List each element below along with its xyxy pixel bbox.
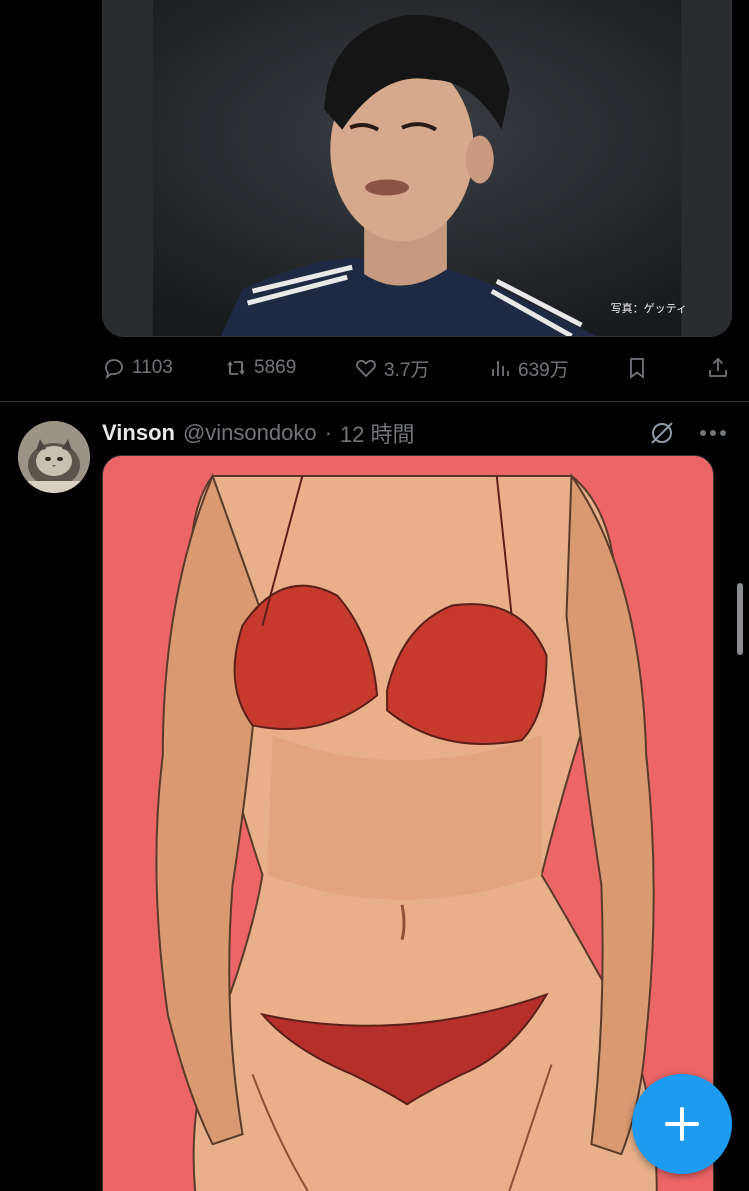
like-button[interactable]: 3.7万: [354, 350, 429, 386]
bookmark-icon: [630, 358, 644, 379]
compose-post-button[interactable]: [632, 1074, 732, 1174]
post-timestamp[interactable]: 12 時間: [340, 417, 415, 449]
repost-arrows-icon: [227, 360, 245, 376]
bar-chart-icon: [492, 361, 509, 376]
cat-avatar-image: [18, 421, 90, 493]
illustration-figure: [103, 456, 713, 1191]
views-count: 639万: [518, 359, 569, 381]
avatar[interactable]: [18, 421, 90, 493]
post-divider: [0, 401, 749, 402]
more-options-button[interactable]: [696, 421, 730, 445]
separator-dot: ·: [324, 420, 332, 445]
bookmark-button[interactable]: [625, 350, 649, 386]
timeline: 写真：ゲッティ 1103 5869 3.7万 639万 Vinson @vins…: [0, 0, 749, 1191]
heart-icon: [356, 359, 376, 378]
plus-icon: [665, 1107, 699, 1141]
share-button[interactable]: [706, 350, 730, 386]
footballer-photo: [103, 0, 731, 336]
grok-slash-circle-icon: [651, 422, 673, 444]
speech-bubble-icon: [105, 359, 123, 380]
repost-button[interactable]: 5869: [224, 350, 296, 386]
post-actions-bar: 1103 5869 3.7万 639万: [102, 350, 734, 386]
photo-credit: 写真：ゲッティ: [610, 303, 687, 315]
views-button[interactable]: 639万: [488, 350, 569, 386]
grok-button[interactable]: [646, 418, 678, 448]
user-handle[interactable]: @vinsondoko: [183, 420, 317, 446]
ellipsis-icon: [700, 430, 726, 436]
share-upload-icon: [709, 357, 727, 377]
display-name[interactable]: Vinson: [102, 420, 175, 446]
post-image-footballer[interactable]: 写真：ゲッティ: [102, 0, 732, 337]
reply-button[interactable]: 1103: [102, 350, 173, 386]
scrollbar[interactable]: [737, 583, 743, 655]
post-image-illustration[interactable]: [102, 455, 714, 1191]
like-count: 3.7万: [384, 359, 430, 381]
repost-count: 5869: [254, 357, 297, 378]
reply-count: 1103: [132, 357, 173, 378]
post-header: Vinson @vinsondoko · 12 時間: [102, 418, 415, 448]
